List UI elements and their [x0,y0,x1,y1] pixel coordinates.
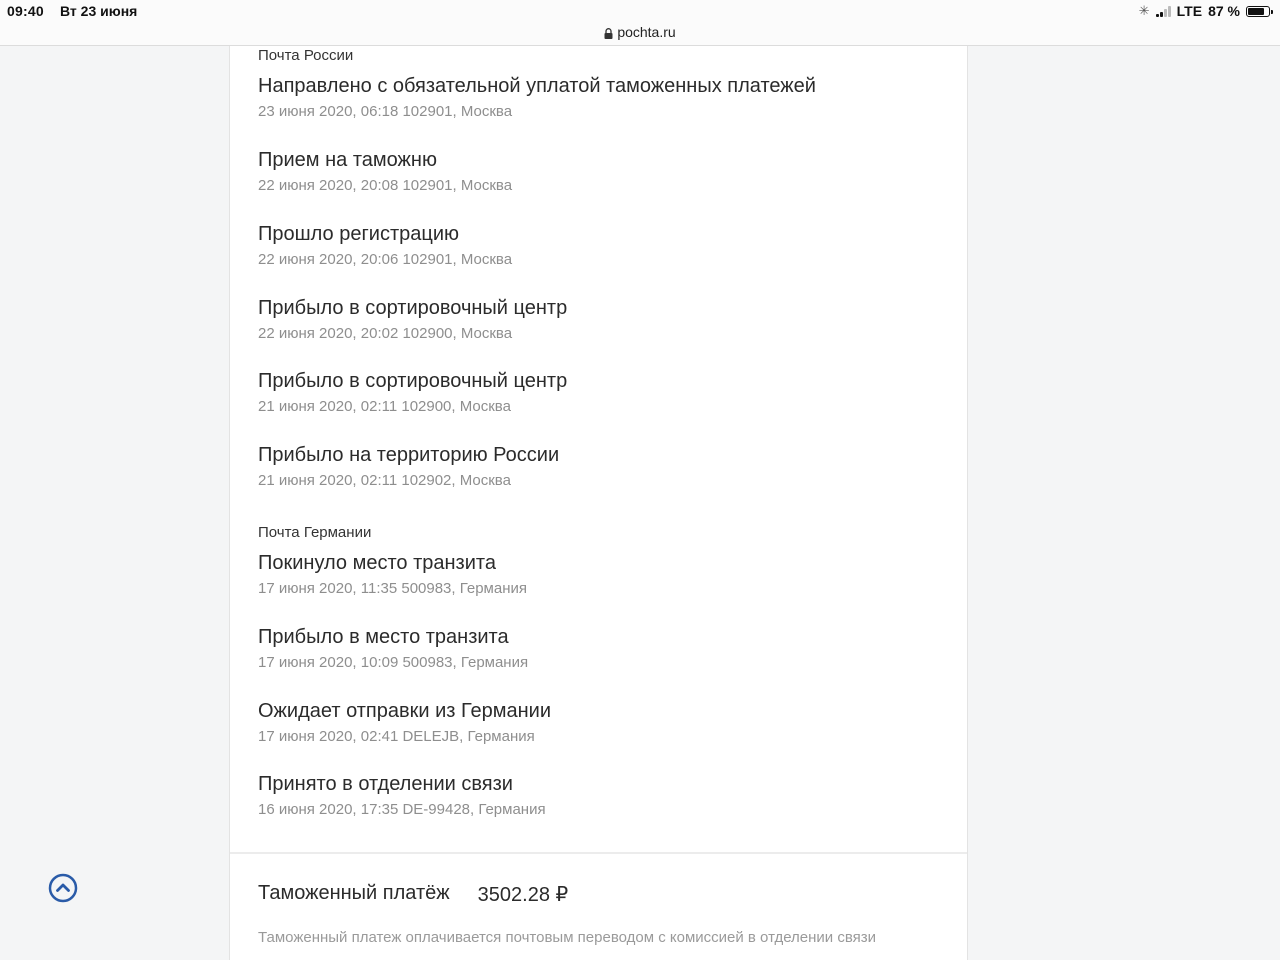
event-title: Покинуло место транзита [258,552,496,574]
event-title: Прибыло в место транзита [258,626,509,648]
event-title: Ожидает отправки из Германии [258,700,551,722]
tracking-card: Почта России Направлено с обязательной у… [229,46,968,960]
event-title: Прибыло в сортировочный центр [258,370,568,392]
chevron-up-icon [56,883,70,892]
event-meta: 21 июня 2020, 02:11 102902, Москва [258,472,511,489]
event-meta: 22 июня 2020, 20:06 102901, Москва [258,251,513,268]
lock-icon [604,27,613,39]
event-title: Прибыло в сортировочный центр [258,297,568,319]
event-meta: 22 июня 2020, 20:08 102901, Москва [258,177,513,194]
status-bar: 09:40 Вт 23 июня ✳ LTE 87 % [0,0,1280,24]
event-meta: 23 июня 2020, 06:18 102901, Москва [258,103,513,120]
payment-note: Таможенный платеж оплачивается почтовым … [258,929,877,946]
activity-spinner-icon: ✳ [1138,3,1150,18]
tracking-event: Прибыло на территорию России 21 июня 202… [258,443,938,490]
event-title: Прибыло на территорию России [258,444,560,466]
event-meta: 17 июня 2020, 02:41 DELEJB, Германия [258,728,535,745]
network-type: LTE [1176,3,1203,19]
status-time: 09:40 [7,3,44,19]
tracking-event: Прибыло в место транзита 17 июня 2020, 1… [258,625,938,672]
tracking-event: Покинуло место транзита 17 июня 2020, 11… [258,551,938,598]
battery-icon [1246,5,1273,17]
tracking-event: Принято в отделении связи 16 июня 2020, … [258,772,938,819]
tracking-event: Прием на таможню 22 июня 2020, 20:08 102… [258,148,938,195]
signal-strength-icon [1155,5,1171,17]
event-meta: 22 июня 2020, 20:02 102900, Москва [258,325,513,342]
event-meta: 21 июня 2020, 02:11 102900, Москва [258,398,511,415]
url-text[interactable]: pochta.ru [617,24,675,40]
battery-percent: 87 % [1208,3,1240,19]
event-meta: 17 июня 2020, 10:09 500983, Германия [258,654,529,671]
tracking-event: Прибыло в сортировочный центр 21 июня 20… [258,369,938,416]
section-divider [230,852,967,854]
status-date: Вт 23 июня [60,3,138,19]
tracking-event: Прошло регистрацию 22 июня 2020, 20:06 1… [258,222,938,269]
status-indicators: ✳ LTE 87 % [1138,3,1273,19]
event-title: Направлено с обязательной уплатой таможе… [258,75,816,97]
event-title: Прием на таможню [258,149,437,171]
carrier-label-russia: Почта России [258,47,354,64]
tracking-event: Направлено с обязательной уплатой таможе… [258,74,938,121]
event-title: Принято в отделении связи [258,773,513,795]
tracking-event: Прибыло в сортировочный центр 22 июня 20… [258,296,938,343]
payment-label: Таможенный платёж [258,882,450,904]
carrier-label-germany: Почта Германии [258,524,372,541]
address-bar[interactable]: pochta.ru [0,24,1280,46]
scroll-to-top-button[interactable] [48,873,78,903]
tracking-event: Ожидает отправки из Германии 17 июня 202… [258,699,938,746]
event-meta: 17 июня 2020, 11:35 500983, Германия [258,580,527,597]
event-title: Прошло регистрацию [258,223,459,245]
customs-payment: Таможенный платёж 3502.28 ₽ [258,882,568,907]
event-meta: 16 июня 2020, 17:35 DE-99428, Германия [258,801,546,818]
payment-value: 3502.28 ₽ [477,884,569,906]
